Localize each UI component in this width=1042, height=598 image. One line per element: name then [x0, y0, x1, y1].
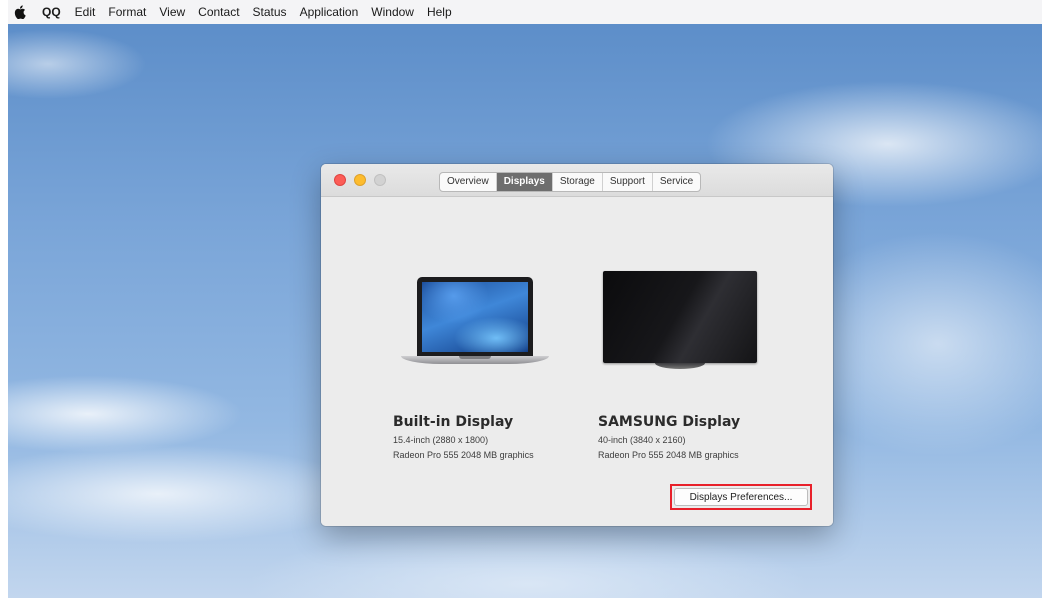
tab-storage[interactable]: Storage	[553, 173, 603, 191]
apple-logo-icon[interactable]	[14, 4, 28, 20]
builtin-display-info: Built-in Display 15.4-inch (2880 x 1800)…	[393, 414, 593, 465]
menu-view[interactable]: View	[159, 5, 185, 19]
displays-panel: Built-in Display 15.4-inch (2880 x 1800)…	[321, 197, 833, 526]
monitor-stand	[655, 363, 705, 369]
displays-preferences-button[interactable]: Displays Preferences...	[674, 488, 808, 506]
minimize-button[interactable]	[354, 174, 366, 186]
display-size: 15.4-inch (2880 x 1800)	[393, 435, 489, 445]
display-graphics: Radeon Pro 555 2048 MB graphics	[598, 450, 739, 460]
zoom-button[interactable]	[374, 174, 386, 186]
laptop-notch	[459, 356, 491, 359]
display-size: 40-inch (3840 x 2160)	[598, 435, 686, 445]
tab-service[interactable]: Service	[653, 173, 700, 191]
tab-support[interactable]: Support	[603, 173, 653, 191]
tab-bar: Overview Displays Storage Support Servic…	[439, 172, 702, 192]
display-name: Built-in Display	[393, 414, 514, 430]
tab-overview[interactable]: Overview	[440, 173, 497, 191]
menu-bar: QQ Edit Format View Contact Status Appli…	[8, 0, 1042, 24]
menu-format[interactable]: Format	[108, 5, 146, 19]
menu-app-name[interactable]: QQ	[42, 5, 61, 19]
samsung-display-info: SAMSUNG Display 40-inch (3840 x 2160) Ra…	[598, 414, 798, 465]
about-this-mac-window: Overview Displays Storage Support Servic…	[321, 164, 833, 526]
laptop-screen	[422, 282, 528, 352]
monitor-screen	[603, 271, 757, 363]
display-graphics: Radeon Pro 555 2048 MB graphics	[393, 450, 534, 460]
laptop-icon	[401, 277, 549, 372]
laptop-lid	[417, 277, 533, 356]
display-name: SAMSUNG Display	[598, 414, 741, 430]
menu-edit[interactable]: Edit	[75, 5, 96, 19]
menu-status[interactable]: Status	[253, 5, 287, 19]
tab-displays[interactable]: Displays	[496, 173, 553, 191]
menu-help[interactable]: Help	[427, 5, 452, 19]
menu-contact[interactable]: Contact	[198, 5, 239, 19]
window-titlebar[interactable]: Overview Displays Storage Support Servic…	[321, 164, 833, 197]
menu-application[interactable]: Application	[300, 5, 359, 19]
close-button[interactable]	[334, 174, 346, 186]
menu-window[interactable]: Window	[371, 5, 414, 19]
displays-preferences-highlight: Displays Preferences...	[670, 484, 812, 510]
monitor-icon	[603, 271, 757, 373]
